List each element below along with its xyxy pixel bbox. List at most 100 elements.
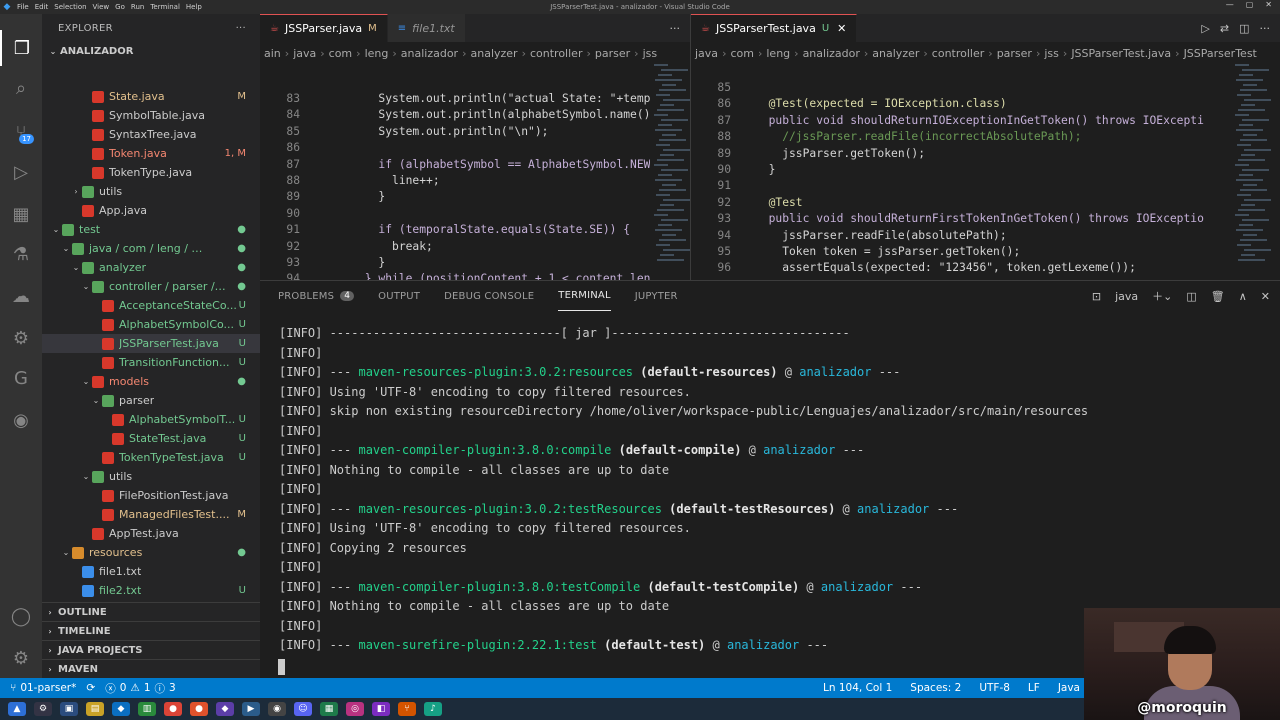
- panel-tab-jupyter[interactable]: JUPYTER: [635, 281, 678, 311]
- maximize-panel-icon[interactable]: ∧: [1239, 290, 1247, 303]
- menu-item-view[interactable]: View: [93, 3, 110, 11]
- testing-icon[interactable]: ⚗: [0, 236, 42, 272]
- tree-item[interactable]: AppTest.java: [42, 524, 260, 543]
- docker-icon[interactable]: ☁: [0, 278, 42, 314]
- section-java-projects[interactable]: › JAVA PROJECTS: [42, 640, 260, 659]
- tree-item[interactable]: SymbolTable.java: [42, 106, 260, 125]
- start-menu-icon[interactable]: ▲: [8, 702, 26, 716]
- breadcrumb-item[interactable]: parser: [595, 47, 630, 60]
- close-tab-icon[interactable]: ✕: [837, 22, 846, 35]
- indentation[interactable]: Spaces: 2: [910, 682, 961, 694]
- more-actions-icon[interactable]: ···: [670, 22, 681, 35]
- encoding[interactable]: UTF-8: [979, 682, 1010, 694]
- breadcrumb-item[interactable]: parser: [997, 47, 1032, 60]
- breadcrumb-item[interactable]: java: [695, 47, 718, 60]
- line-ending[interactable]: LF: [1028, 682, 1040, 694]
- breadcrumb-item[interactable]: controller: [530, 47, 582, 60]
- editor-tab[interactable]: ☕ JSSParser.java M: [260, 14, 388, 42]
- language-mode[interactable]: Java: [1058, 682, 1080, 694]
- music-app-icon[interactable]: ♪: [424, 702, 442, 716]
- new-terminal-icon[interactable]: ＋⌄: [1152, 288, 1172, 304]
- panel-tab-output[interactable]: OUTPUT: [378, 281, 420, 311]
- tree-item[interactable]: TokenType.java: [42, 163, 260, 182]
- minimize-icon[interactable]: —: [1226, 0, 1234, 9]
- manage-gear-icon[interactable]: ⚙: [0, 640, 42, 676]
- tree-item[interactable]: ⌄ java / com / leng / anali... ●: [42, 239, 260, 258]
- tree-item[interactable]: App.java: [42, 201, 260, 220]
- cursor-position[interactable]: Ln 104, Col 1: [823, 682, 892, 694]
- section-maven[interactable]: › MAVEN: [42, 659, 260, 678]
- menu-item-help[interactable]: Help: [186, 3, 202, 11]
- notes-app-icon[interactable]: ▥: [138, 702, 156, 716]
- tree-item[interactable]: TokenTypeTest.java U: [42, 448, 260, 467]
- code-area-left[interactable]: 83 System.out.println("actual State: "+t…: [260, 92, 650, 280]
- terminal-name[interactable]: java: [1115, 290, 1138, 303]
- breadcrumb-item[interactable]: com: [329, 47, 353, 60]
- github-icon[interactable]: ◉: [0, 402, 42, 438]
- chrome-app-icon[interactable]: ●: [164, 702, 182, 716]
- tree-item[interactable]: ⌄ test ●: [42, 220, 260, 239]
- close-panel-icon[interactable]: ✕: [1261, 290, 1270, 303]
- tree-item[interactable]: AlphabetSymbolT... U: [42, 410, 260, 429]
- close-window-icon[interactable]: ✕: [1265, 0, 1272, 9]
- account-icon[interactable]: ◯: [0, 598, 42, 634]
- problems-indicator[interactable]: ⓧ 0 ⚠ 1 ⓘ 3: [105, 681, 175, 696]
- source-control-icon[interactable]: ⑂ 17: [0, 114, 42, 150]
- tree-item[interactable]: State.java M: [42, 87, 260, 106]
- tree-item[interactable]: ManagedFilesTest.... M: [42, 505, 260, 524]
- breadcrumb-item[interactable]: com: [730, 47, 754, 60]
- tree-item[interactable]: ⌄ controller / parser / j... ●: [42, 277, 260, 296]
- breadcrumb-item[interactable]: leng: [766, 47, 790, 60]
- breadcrumb-item[interactable]: controller: [932, 47, 984, 60]
- menu-item-terminal[interactable]: Terminal: [150, 3, 180, 11]
- tree-item[interactable]: file1.txt: [42, 562, 260, 581]
- run-icon[interactable]: ▷: [1201, 22, 1209, 35]
- section-timeline[interactable]: › TIMELINE: [42, 621, 260, 640]
- discord-app-icon[interactable]: ☺: [294, 702, 312, 716]
- search-icon[interactable]: ⌕: [0, 70, 42, 106]
- tree-item[interactable]: ⌄ utils: [42, 467, 260, 486]
- firefox-app-icon[interactable]: ●: [190, 702, 208, 716]
- panel-tab-terminal[interactable]: TERMINAL: [558, 281, 611, 311]
- explorer-icon[interactable]: ❐: [0, 30, 42, 66]
- tree-item[interactable]: JSSParserTest.java U: [42, 334, 260, 353]
- extensions-icon[interactable]: ▦: [0, 196, 42, 232]
- breadcrumb-item[interactable]: analizador: [803, 47, 860, 60]
- menu-item-go[interactable]: Go: [115, 3, 125, 11]
- tree-item[interactable]: ⌄ models ●: [42, 372, 260, 391]
- obsidian-app-icon[interactable]: ◆: [216, 702, 234, 716]
- breadcrumb-item[interactable]: ain: [264, 47, 281, 60]
- maximize-icon[interactable]: ▢: [1246, 0, 1254, 9]
- split-editor-icon[interactable]: ◫: [1239, 22, 1249, 35]
- breadcrumb-item[interactable]: leng: [365, 47, 389, 60]
- menu-item-run[interactable]: Run: [131, 3, 144, 11]
- tree-item[interactable]: Token.java 1, M: [42, 144, 260, 163]
- panel-tab-debug-console[interactable]: DEBUG CONSOLE: [444, 281, 534, 311]
- zoom-app-icon[interactable]: ▶: [242, 702, 260, 716]
- branch-indicator[interactable]: ⑂ 01-parser*: [10, 682, 76, 694]
- breadcrumb-item[interactable]: analyzer: [470, 47, 517, 60]
- workspace-root[interactable]: ⌄ ANALIZADOR: [42, 42, 260, 61]
- minimap-right[interactable]: [1231, 64, 1279, 280]
- github-app-icon[interactable]: ◉: [268, 702, 286, 716]
- tree-item[interactable]: ⌄ resources ●: [42, 543, 260, 562]
- menu-item-file[interactable]: File: [17, 3, 29, 11]
- git-app-icon[interactable]: ⑂: [398, 702, 416, 716]
- vscode-app-icon[interactable]: ◆: [112, 702, 130, 716]
- breadcrumb-item[interactable]: analyzer: [872, 47, 919, 60]
- tree-item[interactable]: ⌄ parser: [42, 391, 260, 410]
- app-icon[interactable]: ◎: [346, 702, 364, 716]
- tree-item[interactable]: AcceptanceStateCo... U: [42, 296, 260, 315]
- menu-item-edit[interactable]: Edit: [35, 3, 49, 11]
- editor-app-icon[interactable]: ◧: [372, 702, 390, 716]
- split-terminal-icon[interactable]: ◫: [1186, 290, 1196, 303]
- tree-item[interactable]: TransitionFunction... U: [42, 353, 260, 372]
- more-actions-icon[interactable]: ···: [236, 23, 246, 34]
- sheets-app-icon[interactable]: ▦: [320, 702, 338, 716]
- terminal-app-icon[interactable]: ▣: [60, 702, 78, 716]
- editor-tab[interactable]: ≡ file1.txt: [387, 14, 466, 42]
- compare-icon[interactable]: ⇄: [1220, 22, 1229, 35]
- more-actions-icon[interactable]: ···: [1260, 22, 1271, 35]
- tree-item[interactable]: › utils: [42, 182, 260, 201]
- tree-item[interactable]: AlphabetSymbolCo... U: [42, 315, 260, 334]
